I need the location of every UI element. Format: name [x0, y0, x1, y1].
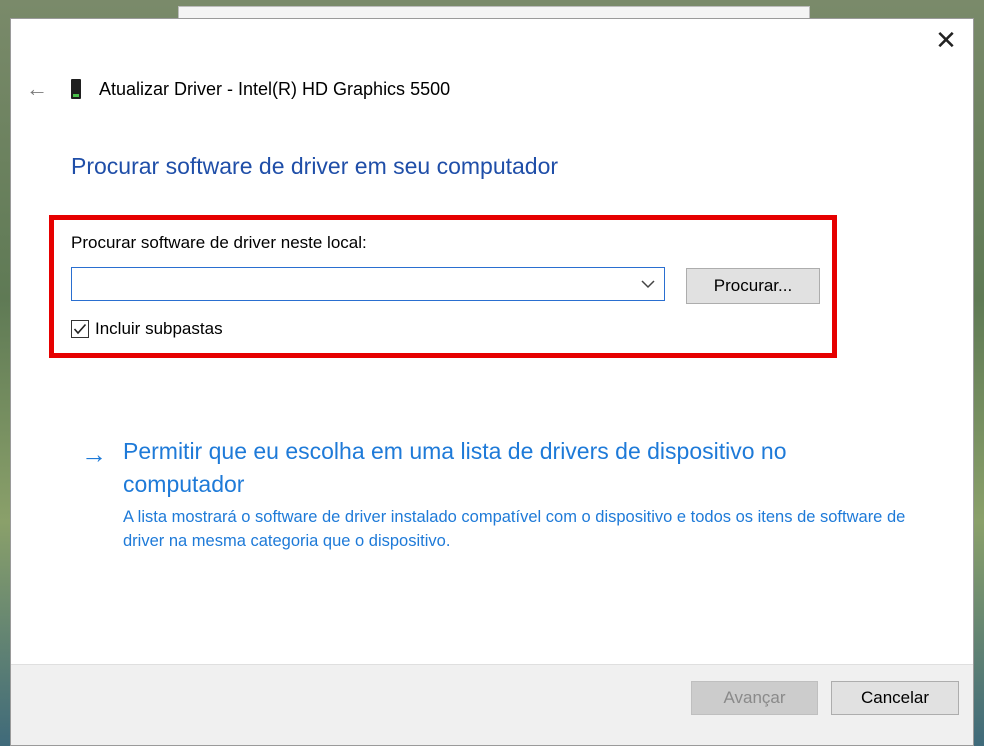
pick-from-list-link[interactable]: Permitir que eu escolha em uma lista de … — [123, 435, 883, 501]
location-input[interactable] — [72, 268, 644, 298]
cancel-button[interactable]: Cancelar — [831, 681, 959, 715]
back-button[interactable]: ← — [23, 75, 51, 103]
chevron-down-icon[interactable] — [638, 274, 658, 294]
include-subfolders-label[interactable]: Incluir subpastas — [95, 319, 223, 339]
window-title: Atualizar Driver - Intel(R) HD Graphics … — [99, 78, 451, 99]
dialog-footer: Avançar Cancelar — [11, 664, 973, 745]
include-subfolders-row[interactable]: Incluir subpastas — [71, 319, 223, 339]
checkmark-icon — [73, 323, 87, 335]
pick-from-list-description: A lista mostrará o software de driver in… — [123, 508, 906, 550]
location-label: Procurar software de driver neste local: — [71, 233, 367, 252]
location-combobox[interactable] — [71, 267, 665, 301]
browse-button[interactable]: Procurar... — [686, 268, 820, 304]
back-arrow-icon: ← — [26, 76, 48, 101]
update-driver-dialog: ✕ ← Atualizar Driver - Intel(R) HD Graph… — [10, 18, 974, 746]
right-arrow-icon: → — [81, 439, 107, 469]
dialog-header: ← Atualizar Driver - Intel(R) HD Graphic… — [23, 75, 450, 103]
close-button[interactable]: ✕ — [925, 23, 967, 57]
include-subfolders-checkbox[interactable] — [71, 320, 89, 338]
close-icon: ✕ — [935, 24, 957, 55]
next-button[interactable]: Avançar — [691, 681, 818, 715]
page-heading: Procurar software de driver em seu compu… — [71, 153, 559, 179]
display-adapter-icon — [71, 79, 81, 99]
